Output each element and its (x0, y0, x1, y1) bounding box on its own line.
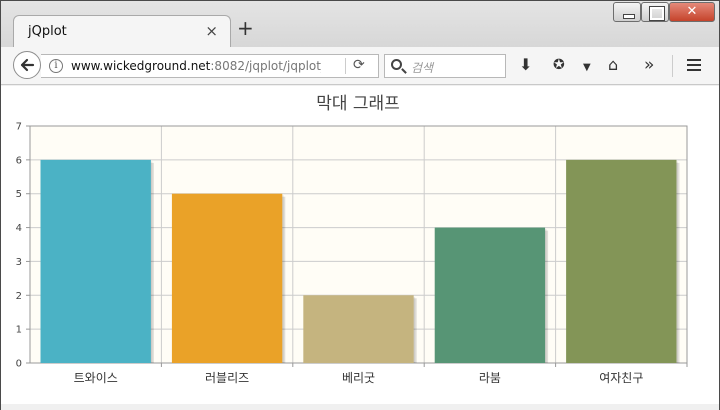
url-bar[interactable]: i www.wickedground.net:8082/jqplot/jqplo… (41, 54, 379, 78)
y-tick-label: 0 (16, 359, 22, 370)
close-icon[interactable]: × (205, 22, 218, 40)
bar (566, 159, 677, 363)
back-button[interactable] (13, 51, 41, 79)
toolbar-divider (672, 55, 673, 77)
y-tick-label: 1 (16, 325, 22, 336)
url-text[interactable]: www.wickedground.net:8082/jqplot/jqplot_… (71, 59, 321, 73)
status-strip (1, 404, 719, 410)
overflow-icon[interactable]: » (644, 55, 654, 75)
tab-jqplot[interactable]: jQplot × (13, 15, 231, 47)
bar (434, 227, 546, 363)
info-icon[interactable]: i (49, 59, 63, 73)
new-tab-icon[interactable]: + (237, 18, 254, 38)
bar (171, 193, 283, 363)
y-tick-label: 5 (16, 189, 22, 200)
chevron-down-icon[interactable]: ▼ (583, 58, 591, 78)
minimize-button[interactable] (613, 2, 641, 22)
url-divider (345, 58, 346, 74)
close-icon: ✕ (686, 4, 698, 19)
y-tick-label: 2 (16, 291, 22, 302)
x-tick-label: 베리굿 (342, 371, 375, 385)
search-placeholder: 검색 (411, 61, 434, 75)
y-tick-label: 6 (16, 155, 22, 166)
window-close-button[interactable]: ✕ (669, 2, 715, 22)
x-tick-label: 트와이스 (74, 371, 118, 385)
bar-chart: 막대 그래프 0 1 2 3 4 5 6 7 트와이스 러블리즈 베리굿 라붐 여자친구 (16, 94, 688, 385)
tab-title: jQplot (28, 24, 67, 39)
search-icon (391, 59, 402, 70)
home-icon[interactable]: ⌂ (608, 55, 618, 75)
nav-toolbar: i www.wickedground.net:8082/jqplot/jqplo… (1, 47, 719, 85)
bar (40, 159, 151, 363)
x-tick-label: 러블리즈 (205, 371, 249, 385)
bar (303, 295, 414, 363)
x-tick-label: 라붐 (479, 371, 501, 385)
download-icon[interactable]: ⬇ (519, 55, 532, 75)
search-input[interactable]: 검색 (384, 54, 506, 78)
title-bar: jQplot × + ✕ (1, 1, 719, 47)
reload-icon[interactable]: ⟳ (353, 57, 365, 73)
maximize-button[interactable] (641, 2, 669, 22)
x-tick-label: 여자친구 (599, 371, 643, 385)
plot-area: 0 1 2 3 4 5 6 7 트와이스 러블리즈 베리굿 라붐 여자친구 (16, 122, 688, 385)
arrow-left-icon (20, 58, 35, 72)
y-tick-label: 3 (16, 257, 22, 268)
y-tick-label: 7 (16, 122, 22, 133)
hamburger-menu-icon[interactable] (687, 59, 701, 71)
chart-title: 막대 그래프 (316, 94, 400, 114)
extension-icon[interactable]: ✪ (553, 55, 565, 75)
y-tick-label: 4 (16, 223, 22, 234)
